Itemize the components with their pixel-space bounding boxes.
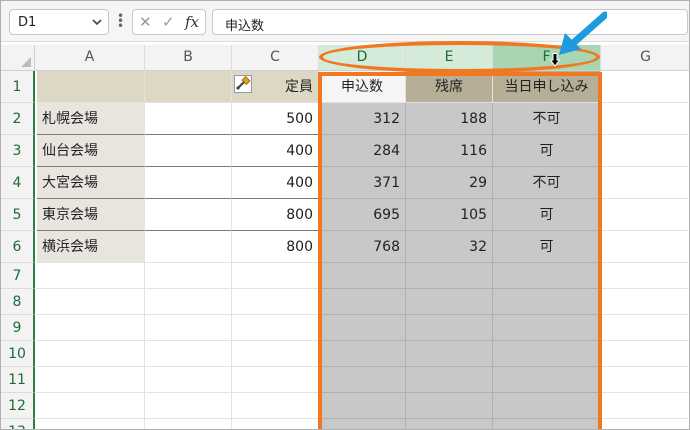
empty-cell[interactable]	[601, 315, 689, 341]
row-header-9[interactable]: 9	[1, 315, 35, 341]
empty-cell[interactable]	[145, 263, 232, 289]
empty-cell[interactable]	[601, 419, 689, 429]
empty-cell[interactable]	[145, 315, 232, 341]
row-header-13[interactable]: 13	[1, 419, 35, 429]
empty-cell[interactable]	[232, 419, 319, 429]
row-header-3[interactable]: 3	[1, 135, 35, 167]
formula-controls: ✕ ✓ fx	[132, 9, 206, 35]
empty-cell[interactable]	[37, 367, 145, 393]
more-options-icon[interactable]: • • •	[117, 10, 124, 32]
cell-c1-text: 定員	[285, 79, 313, 95]
cell-c5[interactable]: 800	[232, 199, 319, 231]
empty-cell[interactable]	[37, 341, 145, 367]
spreadsheet-window: D1 • • • ✕ ✓ fx 申込数 A B C D E F G 1 2 3 4 …	[0, 0, 690, 430]
empty-cell[interactable]	[145, 367, 232, 393]
empty-cell[interactable]	[232, 315, 319, 341]
column-header-b[interactable]: B	[145, 45, 232, 71]
cell-a3[interactable]: 仙台会場	[37, 135, 145, 167]
cell-a5[interactable]: 東京会場	[37, 199, 145, 231]
cell-g4[interactable]	[601, 167, 689, 199]
empty-cell[interactable]	[232, 367, 319, 393]
cell-c2[interactable]: 500	[232, 103, 319, 135]
empty-cell[interactable]	[601, 367, 689, 393]
cell-c6[interactable]: 800	[232, 231, 319, 263]
empty-cell[interactable]	[232, 263, 319, 289]
empty-cell[interactable]	[232, 341, 319, 367]
cell-c3[interactable]: 400	[232, 135, 319, 167]
empty-cell[interactable]	[145, 393, 232, 419]
name-box-value: D1	[18, 15, 37, 30]
empty-cell[interactable]	[232, 289, 319, 315]
cell-a4[interactable]: 大宮会場	[37, 167, 145, 199]
cell-b2[interactable]	[145, 103, 232, 135]
cell-g5[interactable]	[601, 199, 689, 231]
selected-columns-highlight	[318, 72, 602, 429]
column-header-g[interactable]: G	[601, 45, 689, 71]
cell-c4[interactable]: 400	[232, 167, 319, 199]
empty-cell[interactable]	[145, 289, 232, 315]
empty-cell[interactable]	[145, 419, 232, 429]
cell-b6[interactable]	[145, 231, 232, 263]
empty-cell[interactable]	[37, 419, 145, 429]
row-header-5[interactable]: 5	[1, 199, 35, 231]
blue-arrow-icon	[559, 11, 607, 55]
empty-cell[interactable]	[37, 289, 145, 315]
row-header-4[interactable]: 4	[1, 167, 35, 199]
column-header-c[interactable]: C	[232, 45, 319, 71]
row-header-1[interactable]: 1	[1, 71, 35, 103]
cancel-icon[interactable]: ✕	[139, 13, 152, 31]
cell-b1[interactable]	[145, 71, 232, 103]
cell-g2[interactable]	[601, 103, 689, 135]
row-header-10[interactable]: 10	[1, 341, 35, 367]
cell-g3[interactable]	[601, 135, 689, 167]
empty-cell[interactable]	[37, 263, 145, 289]
name-box[interactable]: D1	[9, 9, 109, 35]
enter-icon[interactable]: ✓	[162, 13, 175, 31]
column-header-a[interactable]: A	[35, 45, 145, 71]
insert-function-button[interactable]: fx	[185, 13, 199, 31]
select-all-corner[interactable]	[1, 45, 35, 71]
formula-text: 申込数	[225, 19, 265, 34]
cell-b4[interactable]	[145, 167, 232, 199]
formula-input[interactable]: 申込数	[212, 9, 688, 35]
cell-g6[interactable]	[601, 231, 689, 263]
row-header-8[interactable]: 8	[1, 289, 35, 315]
row-header-6[interactable]: 6	[1, 231, 35, 263]
cell-a2[interactable]: 札幌会場	[37, 103, 145, 135]
cell-a1[interactable]	[37, 71, 145, 103]
empty-cell[interactable]	[601, 289, 689, 315]
empty-cell[interactable]	[601, 341, 689, 367]
empty-cell[interactable]	[37, 393, 145, 419]
cell-b5[interactable]	[145, 199, 232, 231]
row-header-12[interactable]: 12	[1, 393, 35, 419]
empty-cell[interactable]	[37, 315, 145, 341]
cell-g1[interactable]	[601, 71, 689, 103]
empty-cell[interactable]	[601, 263, 689, 289]
empty-cell[interactable]	[601, 393, 689, 419]
paintbrush-icon	[234, 75, 252, 93]
cell-a6[interactable]: 横浜会場	[37, 231, 145, 263]
cell-b3[interactable]	[145, 135, 232, 167]
row-header-11[interactable]: 11	[1, 367, 35, 393]
empty-cell[interactable]	[145, 341, 232, 367]
row-header-7[interactable]: 7	[1, 263, 35, 289]
chevron-down-icon[interactable]	[90, 13, 104, 31]
empty-cell[interactable]	[232, 393, 319, 419]
row-header-2[interactable]: 2	[1, 103, 35, 135]
